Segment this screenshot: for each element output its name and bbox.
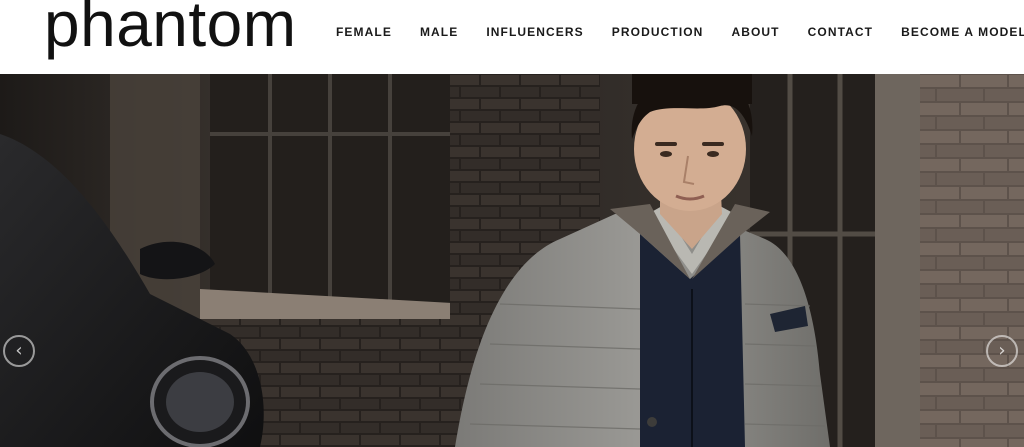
hero-slider: ‹ › — [0, 74, 1024, 447]
hero-image — [0, 74, 1024, 447]
nav-item-contact[interactable]: CONTACT — [808, 25, 873, 39]
brand-logo[interactable]: phantom — [44, 0, 297, 56]
slider-prev-button[interactable]: ‹ — [3, 335, 35, 367]
nav-item-female[interactable]: FEMALE — [336, 25, 392, 39]
nav-item-influencers[interactable]: INFLUENCERS — [486, 25, 583, 39]
chevron-right-icon: › — [998, 340, 1006, 361]
nav-item-become-a-model[interactable]: BECOME A MODEL — [901, 25, 1024, 39]
page: phantom FEMALE MALE INFLUENCERS PRODUCTI… — [0, 0, 1024, 447]
slider-next-button[interactable]: › — [986, 335, 1018, 367]
chevron-left-icon: ‹ — [15, 340, 23, 361]
nav-item-production[interactable]: PRODUCTION — [612, 25, 704, 39]
main-nav: FEMALE MALE INFLUENCERS PRODUCTION ABOUT… — [336, 24, 1024, 40]
nav-item-about[interactable]: ABOUT — [731, 25, 779, 39]
site-header: phantom FEMALE MALE INFLUENCERS PRODUCTI… — [0, 0, 1024, 74]
nav-item-male[interactable]: MALE — [420, 25, 458, 39]
